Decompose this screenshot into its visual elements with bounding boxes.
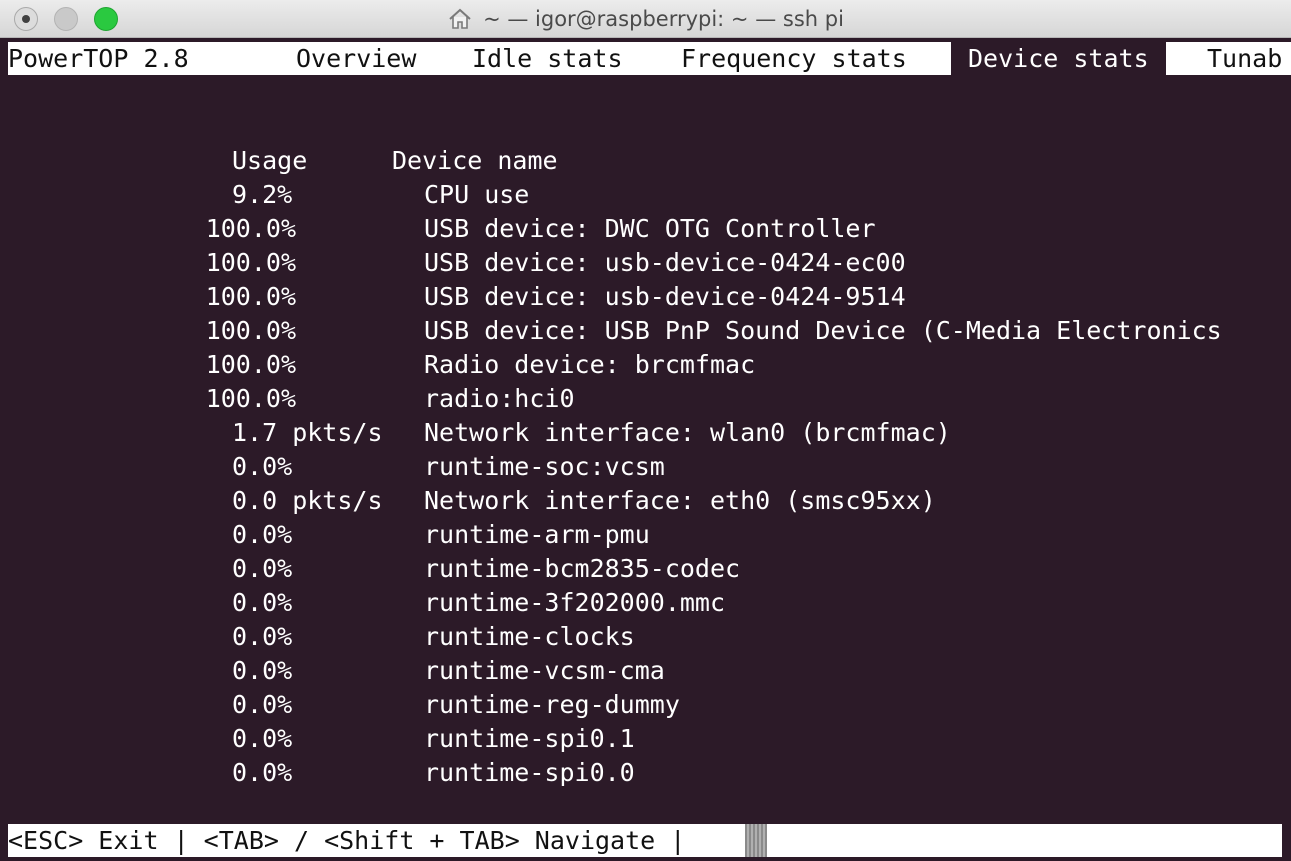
device-name: USB device: usb-device-0424-9514 [424, 282, 906, 311]
header-device-name: Device name [392, 146, 558, 175]
usage-value: 0.0% [232, 622, 293, 651]
app-name: PowerTOP 2.8 [8, 44, 189, 73]
header-usage: Usage [232, 146, 308, 175]
usage-value: 100.0% [205, 384, 296, 413]
device-name: runtime-clocks [424, 622, 635, 651]
usage-value: 0.0% [232, 588, 293, 617]
terminal-cursor [745, 824, 767, 857]
device-name: USB device: USB PnP Sound Device (C-Medi… [424, 316, 1222, 345]
terminal-window: ~ — igor@raspberrypi: ~ — ssh pi PowerTO… [0, 0, 1291, 861]
device-name: runtime-bcm2835-codec [424, 554, 741, 583]
usage-value: 0.0% [232, 520, 293, 549]
powertop-menubar: PowerTOP 2.8 Overview Idle stats Frequen… [8, 42, 1291, 75]
tab-device-stats[interactable]: Device stats [951, 42, 1166, 75]
device-name: Network interface: eth0 (smsc95xx) [424, 486, 936, 515]
usage-value: 0.0% [232, 452, 293, 481]
device-name: Network interface: wlan0 (brcmfmac) [424, 418, 951, 447]
title-bar[interactable]: ~ — igor@raspberrypi: ~ — ssh pi [0, 0, 1291, 38]
usage-value: 0.0% [232, 554, 293, 583]
device-name: Radio device: brcmfmac [424, 350, 756, 379]
device-name: runtime-arm-pmu [424, 520, 650, 549]
usage-value: 1.7 pkts/s [232, 418, 383, 447]
device-name: radio:hci0 [424, 384, 575, 413]
usage-value: 100.0% [205, 316, 296, 345]
usage-value: 100.0% [205, 282, 296, 311]
usage-value: 0.0% [232, 690, 293, 719]
device-name: runtime-3f202000.mmc [424, 588, 726, 617]
tab-idle-stats[interactable]: Idle stats [472, 42, 623, 75]
home-icon [447, 7, 473, 31]
terminal-content[interactable]: PowerTOP 2.8 Overview Idle stats Frequen… [0, 38, 1291, 861]
tab-frequency-stats[interactable]: Frequency stats [681, 42, 907, 75]
tab-overview[interactable]: Overview [296, 42, 416, 75]
device-name: runtime-spi0.0 [424, 758, 635, 787]
usage-value: 100.0% [205, 350, 296, 379]
device-name: runtime-reg-dummy [424, 690, 680, 719]
device-name: runtime-vcsm-cma [424, 656, 665, 685]
device-name: runtime-spi0.1 [424, 724, 635, 753]
usage-value: 0.0% [232, 758, 293, 787]
usage-value: 0.0% [232, 656, 293, 685]
status-bar: <ESC> Exit | <TAB> / <Shift + TAB> Navig… [8, 824, 1282, 857]
tab-tunables[interactable]: Tunab [1207, 42, 1282, 75]
usage-value: 9.2% [232, 180, 293, 209]
usage-value: 100.0% [205, 214, 296, 243]
status-text: <ESC> Exit | <TAB> / <Shift + TAB> Navig… [8, 826, 686, 855]
device-name: CPU use [424, 180, 530, 209]
window-title-group: ~ — igor@raspberrypi: ~ — ssh pi [0, 0, 1291, 38]
device-name: USB device: DWC OTG Controller [424, 214, 876, 243]
usage-value: 0.0% [232, 724, 293, 753]
device-name: runtime-soc:vcsm [424, 452, 665, 481]
window-title: ~ — igor@raspberrypi: ~ — ssh pi [483, 7, 844, 31]
usage-value: 0.0 pkts/s [232, 486, 383, 515]
usage-value: 100.0% [205, 248, 296, 277]
device-name: USB device: usb-device-0424-ec00 [424, 248, 906, 277]
